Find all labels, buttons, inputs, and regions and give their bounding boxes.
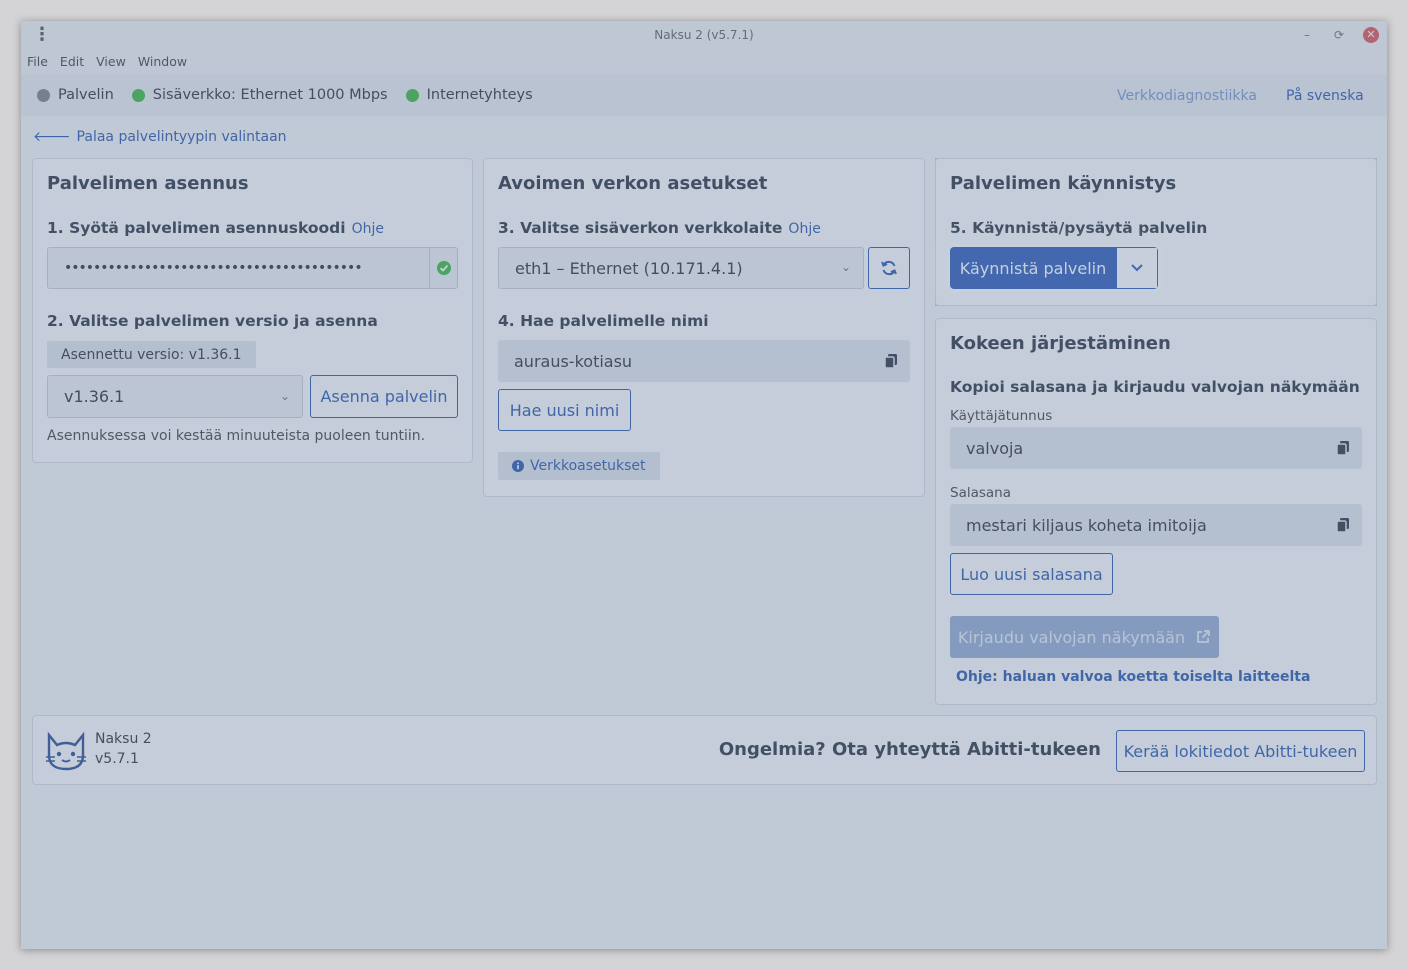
footer-app-name: Naksu 2: [95, 731, 152, 747]
arrow-left-icon: 🡐: [33, 129, 71, 145]
back-link[interactable]: 🡐 Palaa palvelintyypin valintaan: [33, 128, 287, 146]
step3-label: 3. Valitse sisäverkon verkkolaite Ohje: [498, 219, 821, 237]
footer-panel: Naksu 2 v5.7.1 Ongelmia? Ota yhteyttä Ab…: [32, 715, 1377, 785]
remote-supervision-help-link[interactable]: Ohje: haluan valvoa koetta toiselta lait…: [956, 669, 1310, 685]
supervisor-login-label: Kirjaudu valvojan näkymään: [957, 627, 1186, 647]
main-content: 🡐 Palaa palvelintyypin valintaan Palveli…: [21, 116, 1387, 949]
internet-status-dot: [405, 88, 419, 102]
exam-panel-title: Kokeen järjestäminen: [950, 333, 1171, 354]
username-field: valvoja: [950, 427, 1362, 469]
installed-version-badge: Asennettu versio: v1.36.1: [47, 341, 256, 368]
copy-icon[interactable]: [1334, 516, 1352, 534]
chevron-down-icon: ⌄: [840, 260, 851, 274]
menu-view[interactable]: View: [96, 54, 126, 69]
username-value: valvoja: [966, 438, 1024, 458]
install-code-input[interactable]: ••••••••••••••••••••••••••••••••••••••••…: [47, 247, 458, 289]
password-value: mestari kiljaus koheta imitoija: [966, 515, 1207, 535]
start-server-button[interactable]: Käynnistä palvelin: [950, 247, 1116, 289]
menu-window[interactable]: Window: [138, 54, 187, 69]
collect-logs-button[interactable]: Kerää lokitiedot Abitti-tukeen: [1116, 730, 1365, 772]
network-device-value: eth1 – Ethernet (10.171.4.1): [515, 258, 743, 278]
start-options-dropdown[interactable]: [1116, 247, 1158, 289]
menu-edit[interactable]: Edit: [60, 54, 84, 69]
status-bar: Palvelin Sisäverkko: Ethernet 1000 Mbps …: [21, 74, 1387, 116]
footer-app-version: v5.7.1: [95, 751, 139, 767]
start-server-split-button: Käynnistä palvelin: [950, 247, 1158, 289]
exam-subtitle: Kopioi salasana ja kirjaudu valvojan näk…: [950, 378, 1360, 396]
title-bar: ⋮ Naksu 2 (v5.7.1) – ⟳ ✕: [21, 21, 1387, 49]
info-icon: [512, 460, 524, 472]
start-panel-title: Palvelimen käynnistys: [950, 173, 1177, 194]
external-link-icon: [1197, 630, 1210, 643]
supervisor-login-button[interactable]: Kirjaudu valvojan näkymään: [950, 616, 1219, 658]
server-status-label: Palvelin: [58, 87, 114, 103]
network-panel-title: Avoimen verkon asetukset: [498, 173, 768, 194]
minimize-icon[interactable]: –: [1299, 27, 1315, 43]
status-lan: Sisäverkko: Ethernet 1000 Mbps: [131, 87, 388, 103]
refresh-icon: [881, 260, 897, 276]
install-code-value: ••••••••••••••••••••••••••••••••••••••••…: [64, 260, 363, 276]
app-window: ⋮ Naksu 2 (v5.7.1) – ⟳ ✕ File Edit View …: [21, 21, 1387, 949]
internet-status-label: Internetyhteys: [426, 87, 533, 103]
new-name-button[interactable]: Hae uusi nimi: [498, 389, 631, 431]
refresh-devices-button[interactable]: [868, 247, 910, 289]
lan-status-dot: [131, 88, 145, 102]
install-panel-title: Palvelimen asennus: [47, 173, 249, 194]
copy-icon[interactable]: [882, 352, 900, 370]
status-internet: Internetyhteys: [405, 87, 533, 103]
copy-icon[interactable]: [1334, 439, 1352, 457]
version-select-value: v1.36.1: [64, 387, 125, 406]
step1-label-text: 1. Syötä palvelimen asennuskoodi: [47, 219, 346, 237]
new-password-button[interactable]: Luo uusi salasana: [950, 553, 1113, 595]
version-select[interactable]: v1.36.1 ⌄: [47, 375, 303, 418]
restore-icon[interactable]: ⟳: [1331, 27, 1347, 43]
lan-status-label: Sisäverkko: Ethernet 1000 Mbps: [152, 87, 388, 103]
exam-panel: Kokeen järjestäminen Kopioi salasana ja …: [935, 318, 1377, 705]
window-title: Naksu 2 (v5.7.1): [654, 28, 754, 42]
swedish-language-link[interactable]: På svenska: [1286, 88, 1364, 104]
step3-help-link[interactable]: Ohje: [788, 221, 820, 237]
network-settings-button[interactable]: Verkkoasetukset: [498, 452, 660, 480]
back-link-label: Palaa palvelintyypin valintaan: [76, 128, 287, 145]
install-duration-note: Asennuksessa voi kestää minuuteista puol…: [47, 428, 426, 444]
step4-label: 4. Hae palvelimelle nimi: [498, 312, 709, 330]
network-device-select[interactable]: eth1 – Ethernet (10.171.4.1) ⌄: [498, 247, 864, 289]
install-server-button[interactable]: Asenna palvelin: [310, 375, 458, 418]
chevron-down-icon: ⌄: [279, 389, 290, 403]
support-text: Ongelmia? Ota yhteyttä Abitti-tukeen: [718, 739, 1101, 760]
server-start-panel: Palvelimen käynnistys 5. Käynnistä/pysäy…: [935, 158, 1377, 306]
step5-label: 5. Käynnistä/pysäytä palvelin: [950, 219, 1208, 237]
cat-logo-icon: [46, 731, 86, 771]
network-diagnostics-link[interactable]: Verkkodiagnostiikka: [1117, 88, 1257, 104]
username-label: Käyttäjätunnus: [950, 408, 1053, 424]
network-settings-label: Verkkoasetukset: [530, 458, 646, 474]
server-name-field: auraus-kotiasu: [498, 340, 910, 382]
step1-label: 1. Syötä palvelimen asennuskoodi Ohje: [47, 219, 384, 237]
password-field: mestari kiljaus koheta imitoija: [950, 504, 1362, 546]
network-panel: Avoimen verkon asetukset 3. Valitse sisä…: [483, 158, 925, 497]
menu-bar: File Edit View Window: [21, 49, 1387, 74]
server-name-value: auraus-kotiasu: [514, 351, 633, 371]
status-server: Palvelin: [37, 87, 114, 103]
password-label: Salasana: [950, 485, 1012, 501]
menu-file[interactable]: File: [27, 54, 48, 69]
step3-label-text: 3. Valitse sisäverkon verkkolaite: [498, 219, 783, 237]
install-panel: Palvelimen asennus 1. Syötä palvelimen a…: [32, 158, 473, 463]
server-status-dot: [37, 88, 50, 102]
valid-check-icon: [429, 248, 457, 288]
step1-help-link[interactable]: Ohje: [352, 221, 384, 237]
step2-label: 2. Valitse palvelimen versio ja asenna: [47, 312, 378, 330]
close-icon[interactable]: ✕: [1363, 27, 1379, 43]
chevron-down-icon: [1131, 264, 1143, 272]
